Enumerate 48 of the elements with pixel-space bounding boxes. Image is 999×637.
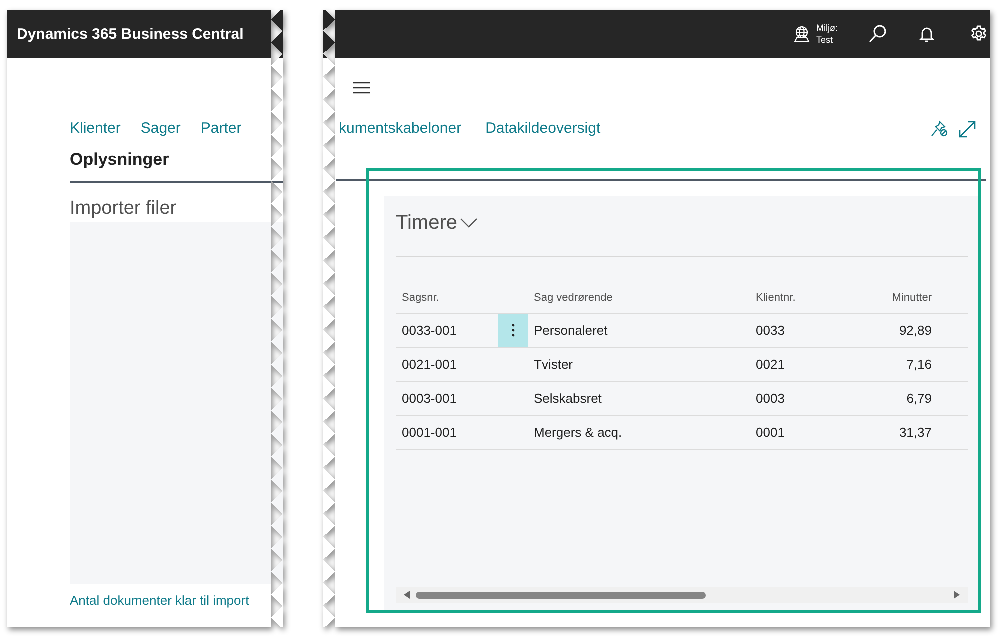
menu-icon[interactable] [353, 82, 370, 94]
table-cell-text: 0001 [755, 425, 786, 440]
scroll-right-icon[interactable] [954, 591, 960, 599]
table-cell-text: 0003 [755, 391, 786, 406]
table-row[interactable]: 0003-001 Selskabsret 0003 6,79 [396, 382, 968, 416]
table-cell-text: 0021 [755, 357, 786, 372]
table-cell-text: Personaleret [533, 323, 609, 338]
nav-link[interactable]: kumentskabeloner [339, 118, 462, 140]
document-count-link[interactable]: Antal dokumenter klar til import [70, 593, 283, 608]
scroll-thumb[interactable] [416, 592, 706, 598]
globe-icon[interactable] [792, 25, 810, 43]
subsection-title: Importer filer [70, 198, 178, 220]
column-header[interactable]: Sagsnr. [396, 292, 498, 304]
table-cell-text: 0001-001 [401, 425, 458, 440]
settings-icon[interactable] [970, 25, 988, 43]
nav-link[interactable]: Parter [200, 118, 242, 140]
column-header[interactable]: Minutter [866, 292, 938, 304]
table-cell-text: Selskabsret [533, 391, 603, 406]
search-icon[interactable] [868, 24, 888, 44]
bell-icon[interactable] [918, 25, 936, 43]
expand-icon[interactable] [959, 120, 976, 138]
table-cell-text: 0003-001 [401, 391, 458, 406]
table-cell-text: 0033-001 [401, 323, 458, 338]
table-cell-text: 31,37 [898, 425, 933, 440]
table-cell-text: Tvister [533, 357, 574, 372]
scroll-left-icon[interactable] [404, 591, 410, 599]
section-title: Oplysninger [70, 150, 290, 183]
table-cell-text: 0033 [755, 323, 786, 338]
column-header[interactable]: Sag vedrørende [528, 292, 750, 304]
table-cell-text: 0021-001 [401, 357, 458, 372]
table-cell-text: 92,89 [898, 323, 933, 338]
environment-label: Miljø: [816, 22, 838, 34]
table-cell-text: Mergers & acq. [533, 425, 624, 440]
part-title[interactable]: Timere [396, 196, 478, 249]
table-row[interactable]: 0021-001 Tvister 0021 7,16 [396, 348, 968, 382]
table-cell-text: 6,79 [906, 391, 933, 406]
nav-link[interactable]: Klienter [70, 118, 121, 140]
nav-link[interactable]: Datakildeoversigt [486, 118, 601, 140]
nav-link[interactable]: Sager [140, 118, 181, 140]
horizontal-scrollbar[interactable] [396, 587, 968, 603]
app-title: Dynamics 365 Business Central [17, 26, 244, 42]
table-row[interactable]: 0001-001 Mergers & acq. 0001 31,37 [396, 416, 968, 450]
more-icon [512, 324, 514, 337]
pin-icon[interactable] [931, 120, 949, 138]
environment-value: Test [816, 34, 834, 46]
table-cell-text: 7,16 [906, 357, 933, 372]
chevron-icon[interactable] [460, 218, 478, 228]
column-header[interactable]: Klientnr. [750, 292, 866, 304]
